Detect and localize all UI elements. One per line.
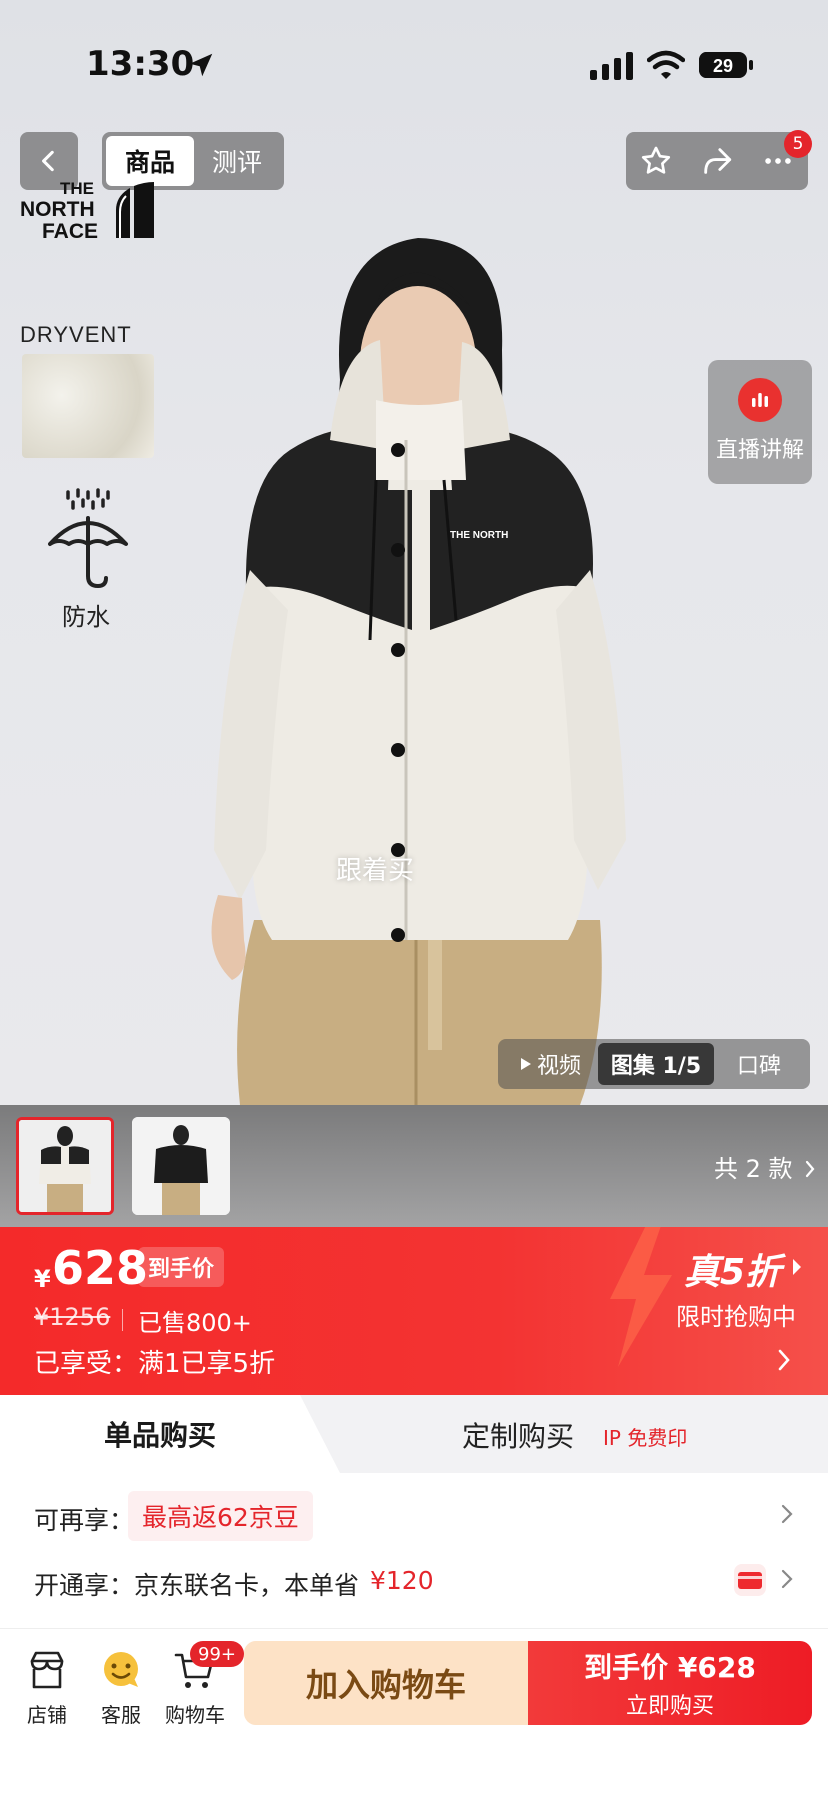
benefit-row-jd-beans[interactable]: 可再享： 最高返62京豆: [0, 1485, 828, 1545]
buy-now-label: 立即购买: [625, 1694, 714, 1719]
price-currency: ¥: [34, 1265, 51, 1293]
tab-custom-purchase[interactable]: 定制购买: [462, 1415, 574, 1455]
product-image-gallery[interactable]: 13:30 29 商品 测评 5 THE NORTH FACE DRYVENT …: [0, 0, 828, 1105]
chevron-right-icon: [781, 1569, 793, 1589]
media-tab-video[interactable]: 视频: [502, 1043, 598, 1085]
nav-customer-service-label: 客服: [101, 1703, 141, 1727]
umbrella-waterproof-icon: [48, 488, 128, 589]
benefit-label: 可再享：: [34, 1506, 135, 1535]
live-explain-button[interactable]: 直播讲解: [708, 360, 812, 484]
cart-count-badge: 99+: [190, 1641, 244, 1667]
discount-caret-icon: [793, 1259, 801, 1275]
follow-buy-link[interactable]: 跟着买: [336, 850, 414, 887]
ip-free-print-tag: IP 免费印: [603, 1426, 688, 1450]
fabric-swatch-image: [22, 354, 154, 458]
nav-store[interactable]: 店铺: [12, 1647, 82, 1737]
media-tab-review[interactable]: 口碑: [714, 1043, 804, 1085]
status-bar: 13:30 29: [0, 0, 828, 130]
enjoyed-discount: 已享受：满1已享5折: [34, 1349, 276, 1379]
media-tab-gallery[interactable]: 图集 1/5: [598, 1043, 714, 1085]
buy-now-button[interactable]: 到手价 ¥628 立即购买: [528, 1641, 812, 1725]
battery-icon: 29: [699, 52, 753, 78]
final-price-tag: 到手价: [138, 1247, 225, 1287]
chevron-left-icon: [42, 150, 54, 172]
add-to-cart-button[interactable]: 加入购物车: [244, 1641, 528, 1725]
store-icon: [30, 1651, 64, 1689]
buy-now-price: 到手价 ¥628: [584, 1651, 756, 1684]
variant-thumb-black[interactable]: [132, 1117, 230, 1215]
chevron-right-icon: [806, 1160, 815, 1178]
benefit-label: 开通享：: [34, 1571, 135, 1600]
cellular-signal-icon: [590, 52, 633, 80]
share-arrow-icon: [704, 148, 732, 174]
battery-level: 29: [713, 56, 733, 76]
live-explain-label: 直播讲解: [715, 438, 804, 463]
svg-text:THE NORTH: THE NORTH: [450, 530, 508, 541]
price-banner[interactable]: ¥ 628 到手价 ¥1256 已售800+ 已享受：满1已享5折 真5折 限时…: [0, 1227, 828, 1395]
media-tabs: 视频 图集 1/5 口碑: [498, 1039, 810, 1089]
chevron-right-icon: [781, 1504, 793, 1524]
jd-beans-reward: 最高返62京豆: [128, 1491, 313, 1541]
tab-single-purchase[interactable]: 单品购买: [0, 1395, 340, 1473]
chevron-right-icon: [778, 1349, 790, 1371]
purchase-type-tabs: 单品购买 定制购买 IP 免费印: [0, 1395, 828, 1473]
status-time: 13:30: [86, 44, 195, 84]
svg-text:NORTH: NORTH: [20, 198, 95, 221]
nav-customer-service[interactable]: 客服: [86, 1647, 156, 1737]
waterproof-label: 防水: [62, 603, 110, 631]
nav-store-label: 店铺: [27, 1703, 67, 1727]
variant-count[interactable]: 共 2 款: [714, 1149, 816, 1184]
benefit-row-cobrand-card[interactable]: 开通享： 京东联名卡，本单省 ¥120: [0, 1550, 828, 1610]
variant-selector: 共 2 款: [0, 1105, 828, 1227]
variant-thumb-white[interactable]: [16, 1117, 114, 1215]
discount-title: 真5折: [684, 1252, 782, 1293]
save-amount: ¥120: [370, 1566, 434, 1595]
dryvent-label: DRYVENT: [20, 322, 132, 347]
play-icon: [520, 1058, 531, 1070]
wifi-icon: [647, 50, 685, 79]
white-jacket-thumbnail: [19, 1120, 111, 1212]
cobrand-card-text: 京东联名卡，本单省: [134, 1571, 360, 1600]
final-price: 628: [52, 1241, 149, 1295]
black-jacket-thumbnail: [132, 1117, 230, 1215]
credit-card-icon: [734, 1564, 766, 1596]
product-model-photo: THE NORTH: [211, 238, 626, 1105]
original-price: ¥1256: [34, 1303, 111, 1331]
lightning-bolt-icon: [610, 1227, 672, 1367]
share-button[interactable]: [697, 141, 737, 181]
variant-count-label: 共 2 款: [714, 1155, 793, 1183]
flash-sale-label: 限时抢购中: [676, 1303, 796, 1331]
nav-cart-label: 购物车: [165, 1703, 225, 1727]
bottom-action-bar: 店铺 客服 购物车 99+ 加入购物车 到手价 ¥628 立即购买: [0, 1628, 828, 1801]
svg-text:FACE: FACE: [42, 220, 98, 240]
live-indicator-icon: [738, 378, 782, 422]
tab-single-purchase-label: 单品购买: [104, 1419, 217, 1452]
media-tab-video-label: 视频: [536, 1054, 581, 1079]
customer-service-icon: [104, 1652, 138, 1687]
benefits-section: 可再享： 最高返62京豆 开通享： 京东联名卡，本单省 ¥120: [0, 1473, 828, 1628]
price-divider: [122, 1309, 123, 1331]
message-count-badge: 5: [784, 130, 812, 158]
location-arrow-icon: [189, 53, 213, 77]
svg-text:THE: THE: [60, 179, 94, 198]
the-north-face-logo: THE NORTH FACE: [20, 179, 154, 240]
sold-count: 已售800+: [138, 1309, 252, 1337]
